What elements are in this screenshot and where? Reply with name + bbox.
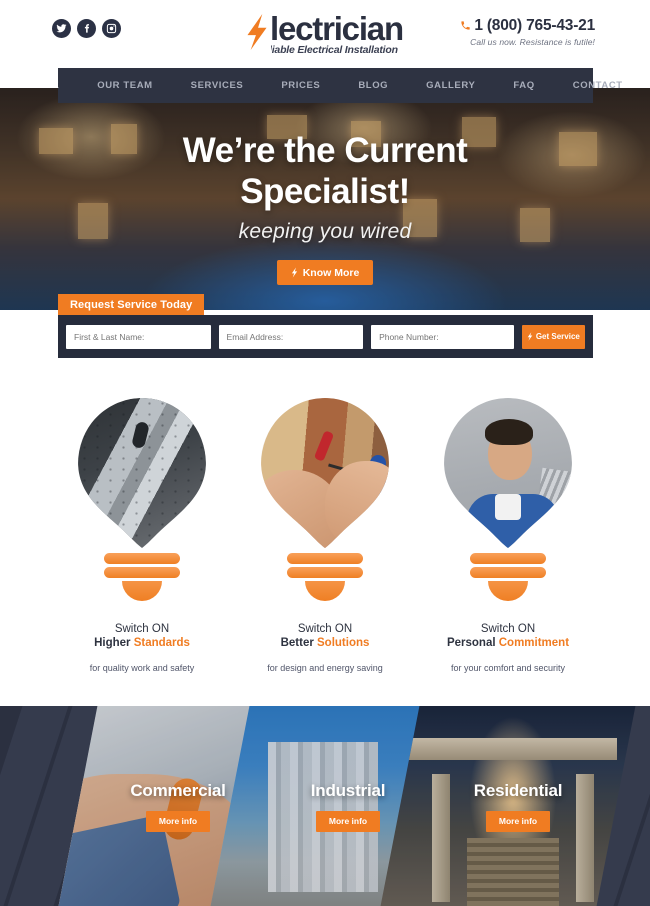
phone-icon [461,21,470,30]
main-navigation: HOME OUR TEAM SERVICES PRICES BLOG GALLE… [28,68,622,103]
feature-caption: for your comfort and security [450,663,566,673]
nav-item-gallery[interactable]: GALLERY [407,80,494,91]
name-input[interactable] [66,324,211,349]
category-label-residential: Residential More info [410,706,626,906]
hero-section: We’re the Current Specialist! keeping yo… [0,88,650,310]
get-service-label: Get Service [535,332,580,341]
bulb-base-bar [287,553,363,564]
bulb-shape [78,398,206,548]
more-info-button[interactable]: More info [485,810,551,832]
bulb-base [444,553,572,601]
nav-item-faq[interactable]: FAQ [494,80,553,91]
social-links [52,19,121,38]
nav-item-contact[interactable]: CONTACT [554,80,642,91]
category-title: Commercial [130,780,226,800]
site-logo[interactable]: lectrician liable Electrical Installatio… [235,10,420,58]
photo-detail [325,461,389,548]
site-header: lectrician liable Electrical Installatio… [0,0,650,68]
nav-item-blog[interactable]: BLOG [339,80,407,91]
logo-tagline: liable Electrical Installation [269,44,398,56]
features-section: Switch ON Higher Standards for quality w… [0,380,650,690]
more-info-button[interactable]: More info [315,810,381,832]
phone-input[interactable] [371,324,514,349]
photo-detail [495,494,521,520]
bulb-base-bar [470,567,546,578]
bulb-base-bar [470,553,546,564]
request-service-bar: Get Service [58,315,593,358]
email-input[interactable] [218,324,364,349]
bulb-base-bar [104,567,180,578]
feature-card[interactable]: Switch ON Personal Commitment for your c… [416,380,600,673]
feature-line-2: Personal Commitment [416,637,600,649]
feature-line-1: Switch ON [114,623,170,635]
nav-item-services[interactable]: SERVICES [172,80,263,91]
bulb-base-dome [122,581,162,601]
hero-subtitle: keeping you wired [238,220,412,243]
feature-line-2-accent: Commitment [498,637,570,649]
instagram-icon[interactable] [102,19,121,38]
feature-caption: for quality work and safety [89,663,195,673]
category-title: Industrial [310,780,386,800]
page-root: lectrician liable Electrical Installatio… [0,0,650,906]
categories-section: Commercial More info Industrial More inf… [0,706,650,906]
feature-line-2-plain: Personal [446,637,499,649]
lightning-bolt-icon [247,14,267,50]
feature-line-2-plain: Better [280,637,318,649]
more-info-button[interactable]: More info [145,810,211,832]
photo-texture [78,398,206,548]
hero-content: We’re the Current Specialist! keeping yo… [0,88,650,310]
feature-line-2-plain: Higher [94,637,134,649]
phone-number-row[interactable]: 1 (800) 765-43-21 [460,17,595,35]
phone-number: 1 (800) 765-43-21 [474,17,595,34]
bulb-base-bar [104,553,180,564]
feature-line-1: Switch ON [480,623,536,635]
feature-line-1: Switch ON [297,623,353,635]
hero-title-line-2: Specialist! [240,172,410,211]
nav-item-home[interactable]: HOME [9,80,78,91]
hero-title-line-1: We’re the Current [182,131,468,170]
feature-line-2-accent: Standards [133,637,190,649]
feature-card[interactable]: Switch ON Higher Standards for quality w… [50,380,234,673]
bulb-base-dome [488,581,528,601]
facebook-icon[interactable] [77,19,96,38]
feature-line-2-accent: Solutions [317,637,370,649]
photo-detail [485,419,533,445]
bulb-base-bar [287,567,363,578]
request-service-tab: Request Service Today [58,294,205,315]
know-more-label: Know More [302,266,360,279]
category-title: Residential [473,780,563,800]
get-service-button[interactable]: Get Service [521,324,585,349]
feature-caption: for design and energy saving [267,663,383,673]
bulb-base-dome [305,581,345,601]
phone-subtext: Call us now. Resistance is futile! [470,37,595,47]
nav-item-our-team[interactable]: OUR TEAM [78,80,171,91]
bulb-base [78,553,206,601]
feature-line-2: Better Solutions [233,637,417,649]
bulb-base [261,553,389,601]
lightning-bolt-icon [291,267,297,278]
feature-card[interactable]: Switch ON Better Solutions for design an… [233,380,417,673]
phone-block: 1 (800) 765-43-21 Call us now. Resistanc… [460,17,595,47]
feature-line-2: Higher Standards [50,637,234,649]
bulb-shape [444,398,572,548]
lightning-bolt-icon [527,332,533,341]
nav-item-prices[interactable]: PRICES [262,80,339,91]
twitter-icon[interactable] [52,19,71,38]
know-more-button[interactable]: Know More [276,260,374,285]
bulb-shape [261,398,389,548]
hero-title: We’re the Current Specialist! [183,130,468,212]
